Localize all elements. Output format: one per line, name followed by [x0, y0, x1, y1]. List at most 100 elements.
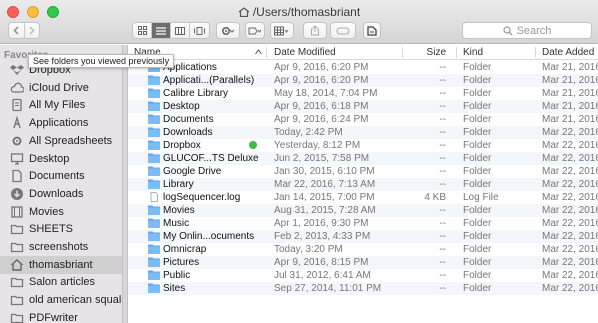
sidebar-item-documents[interactable]: Documents	[0, 167, 122, 185]
window-title-text: /Users/thomasbriant	[252, 5, 361, 19]
file-date-added: Mar 22, 2016,	[542, 244, 598, 255]
file-row[interactable]: Documents Apr 9, 2016, 6:24 PM -- Folder Mar…	[128, 113, 598, 126]
sidebar-item-downloads[interactable]: Downloads	[0, 185, 122, 203]
file-row[interactable]: My Onlin...ocuments Feb 2, 2013, 4:33 PM -…	[128, 230, 598, 243]
file-row[interactable]: GLUCOF...TS Deluxe Jun 2, 2015, 7:58 PM --…	[128, 152, 598, 165]
icon-view-button[interactable]	[133, 23, 152, 38]
sidebar-item-salon-articles[interactable]: Salon articles	[0, 273, 122, 291]
sidebar-item-movies[interactable]: Movies	[0, 203, 122, 221]
sidebar-item-icloud-drive[interactable]: iCloud Drive	[0, 79, 122, 97]
nav-buttons	[8, 22, 40, 39]
file-kind: Folder	[463, 166, 492, 177]
file-date-added: Mar 22, 2016,	[542, 140, 598, 151]
file-row[interactable]: Movies Aug 31, 2015, 7:28 AM -- Folder Mar 2…	[128, 204, 598, 217]
sidebar-item-thomasbriant[interactable]: thomasbriant	[0, 255, 122, 274]
file-date-added: Mar 21, 2016,	[542, 101, 598, 112]
file-row[interactable]: Calibre Library May 18, 2014, 7:04 PM -- Fo…	[128, 87, 598, 100]
coverflow-view-button[interactable]	[190, 23, 209, 38]
view-mode-switcher	[132, 22, 210, 39]
sidebar-item-all-my-files[interactable]: All My Files	[0, 96, 122, 114]
file-size: --	[439, 153, 446, 164]
column-header-date-modified[interactable]: Date Modified	[274, 46, 336, 59]
sidebar-item-label: PDFwriter	[29, 311, 78, 323]
file-kind: Folder	[463, 283, 492, 294]
file-row[interactable]: Dropbox Yesterday, 8:12 PM -- Folder Mar 22,…	[128, 139, 598, 152]
file-icon	[148, 192, 160, 202]
file-kind: Folder	[463, 101, 492, 112]
arrange-grid-icon	[274, 26, 289, 35]
sidebar-item-desktop[interactable]: Desktop	[0, 150, 122, 168]
file-row[interactable]: Library Mar 22, 2016, 7:13 AM -- Folder Mar …	[128, 178, 598, 191]
file-date-added: Mar 22, 2016,	[542, 218, 598, 229]
sidebar-item-pdfwriter[interactable]: PDFwriter	[0, 309, 122, 323]
file-row[interactable]: Downloads Today, 2:42 PM -- Folder Mar 22, 2…	[128, 126, 598, 139]
grid-icon	[137, 26, 147, 35]
sidebar-item-applications[interactable]: Applications	[0, 114, 122, 132]
file-kind: Folder	[463, 114, 492, 125]
file-kind: Folder	[463, 153, 492, 164]
edit-tags-button[interactable]	[330, 22, 356, 39]
file-row[interactable]: Sites Sep 27, 2014, 11:01 PM -- Folder Mar 2…	[128, 282, 598, 295]
file-name: Applicati...(Parallels)	[163, 75, 255, 86]
file-name: Google Drive	[163, 166, 222, 177]
file-date-added: Mar 22, 2016,	[542, 192, 598, 203]
file-date-modified: Jul 31, 2012, 6:41 AM	[274, 270, 371, 281]
search-field[interactable]: Search	[462, 22, 592, 39]
file-kind: Folder	[463, 231, 492, 242]
tag-icon	[248, 27, 262, 34]
file-size: --	[439, 257, 446, 268]
file-row[interactable]: Omnicrap Today, 3:20 PM -- Folder Mar 22, 20…	[128, 243, 598, 256]
file-name: Pictures	[163, 257, 200, 268]
download-icon	[10, 187, 24, 201]
chevron-left-icon	[13, 26, 19, 35]
file-row[interactable]: logSequencer.log Jan 14, 2015, 7:00 PM 4 K…	[128, 191, 598, 204]
arrange-menu-button[interactable]	[270, 22, 294, 39]
column-separator	[535, 47, 536, 58]
file-date-modified: Apr 9, 2016, 6:20 PM	[274, 75, 369, 86]
file-date-modified: Jan 14, 2015, 7:00 PM	[274, 192, 375, 203]
forward-button[interactable]	[25, 23, 40, 38]
share-button[interactable]	[303, 22, 327, 39]
file-size: --	[439, 244, 446, 255]
file-row[interactable]: Applicati...(Parallels) Apr 9, 2016, 6:20…	[128, 74, 598, 87]
file-row[interactable]: Public Jul 31, 2012, 6:41 AM -- Folder Mar 2…	[128, 269, 598, 282]
file-name: Downloads	[163, 127, 213, 138]
column-view-button[interactable]	[171, 23, 190, 38]
folder-icon	[148, 244, 160, 254]
file-kind: Folder	[463, 257, 492, 268]
dropbox-menu-button[interactable]	[363, 22, 381, 39]
file-date-added: Mar 21, 2016,	[542, 114, 598, 125]
sidebar-item-all-spreadsheets[interactable]: All Spreadsheets	[0, 132, 122, 150]
file-row[interactable]: Applications Apr 9, 2016, 6:20 PM -- Folder…	[128, 61, 598, 74]
column-header-size[interactable]: Size	[410, 46, 446, 59]
tags-menu-button[interactable]	[245, 22, 265, 39]
file-size: --	[439, 179, 446, 190]
file-size: --	[439, 140, 446, 151]
list-view-button[interactable]	[152, 23, 171, 38]
back-button[interactable]	[9, 23, 25, 38]
file-name: Public	[163, 270, 191, 281]
column-header-date-added[interactable]: Date Added	[542, 46, 594, 59]
sidebar-item-sheets[interactable]: SHEETS	[0, 220, 122, 238]
tooltip: See folders you viewed previously	[28, 54, 175, 68]
action-menu-button[interactable]	[216, 22, 240, 39]
folder-icon	[10, 222, 24, 236]
file-row[interactable]: Pictures Apr 9, 2016, 8:15 PM -- Folder Mar …	[128, 256, 598, 269]
sidebar-item-label: iCloud Drive	[29, 81, 89, 94]
file-kind: Folder	[463, 127, 492, 138]
file-date-added: Mar 22, 2016,	[542, 205, 598, 216]
file-row[interactable]: Music Apr 1, 2016, 9:30 PM -- Folder Mar 22,…	[128, 217, 598, 230]
film-icon	[10, 205, 24, 219]
sidebar-item-label: Salon articles	[29, 276, 96, 289]
file-name: Documents	[163, 114, 214, 125]
sidebar-item-old-american-squalor[interactable]: old american squalor	[0, 291, 122, 309]
sidebar-item-screenshots[interactable]: screenshots	[0, 238, 122, 256]
search-icon	[502, 25, 513, 35]
file-date-modified: Jun 2, 2015, 7:58 PM	[274, 153, 370, 164]
folder-icon	[148, 101, 160, 111]
file-row[interactable]: Google Drive Jan 30, 2015, 6:10 PM -- Folde…	[128, 165, 598, 178]
file-row[interactable]: Desktop Apr 9, 2016, 6:18 PM -- Folder Mar 2…	[128, 100, 598, 113]
column-header-kind[interactable]: Kind	[463, 46, 483, 59]
file-date-modified: Jan 30, 2015, 6:10 PM	[274, 166, 375, 177]
sidebar-item-label: Desktop	[29, 152, 70, 165]
